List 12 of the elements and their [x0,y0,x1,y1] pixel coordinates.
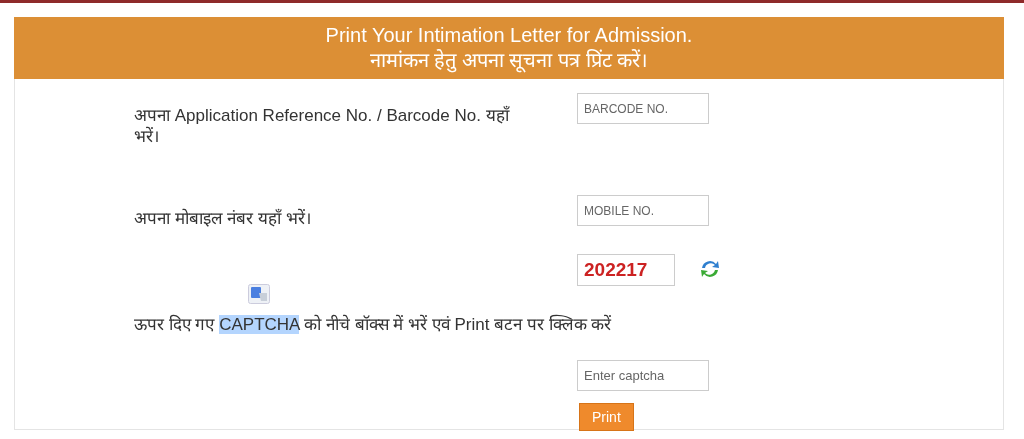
input-field[interactable]: BARCODE NO. [577,93,709,124]
captcha-input[interactable]: Enter captcha [577,360,709,391]
refresh-icon[interactable] [699,258,721,280]
header-title: Print Your Intimation Letter for Admission. [325,23,693,47]
translate-icon[interactable] [248,284,270,304]
field-label: अपना मोबाइल नंबर यहाँ भरें। [134,208,312,229]
input-field[interactable]: MOBILE NO. [577,195,709,226]
field-label: अपना Application Reference No. / Barcode No. यहाँ भरें। [134,105,511,147]
captcha-code: 202217 [577,254,675,286]
header-subtitle: नामांकन हेतु अपना सूचना पत्र प्रिंट करें। [369,48,649,72]
print-button[interactable]: Print [579,403,634,431]
captcha-instruction: ऊपर दिए गए CAPTCHA को नीचे बॉक्स में भरें एवं Print बटन पर क्लिक करें [134,313,613,335]
